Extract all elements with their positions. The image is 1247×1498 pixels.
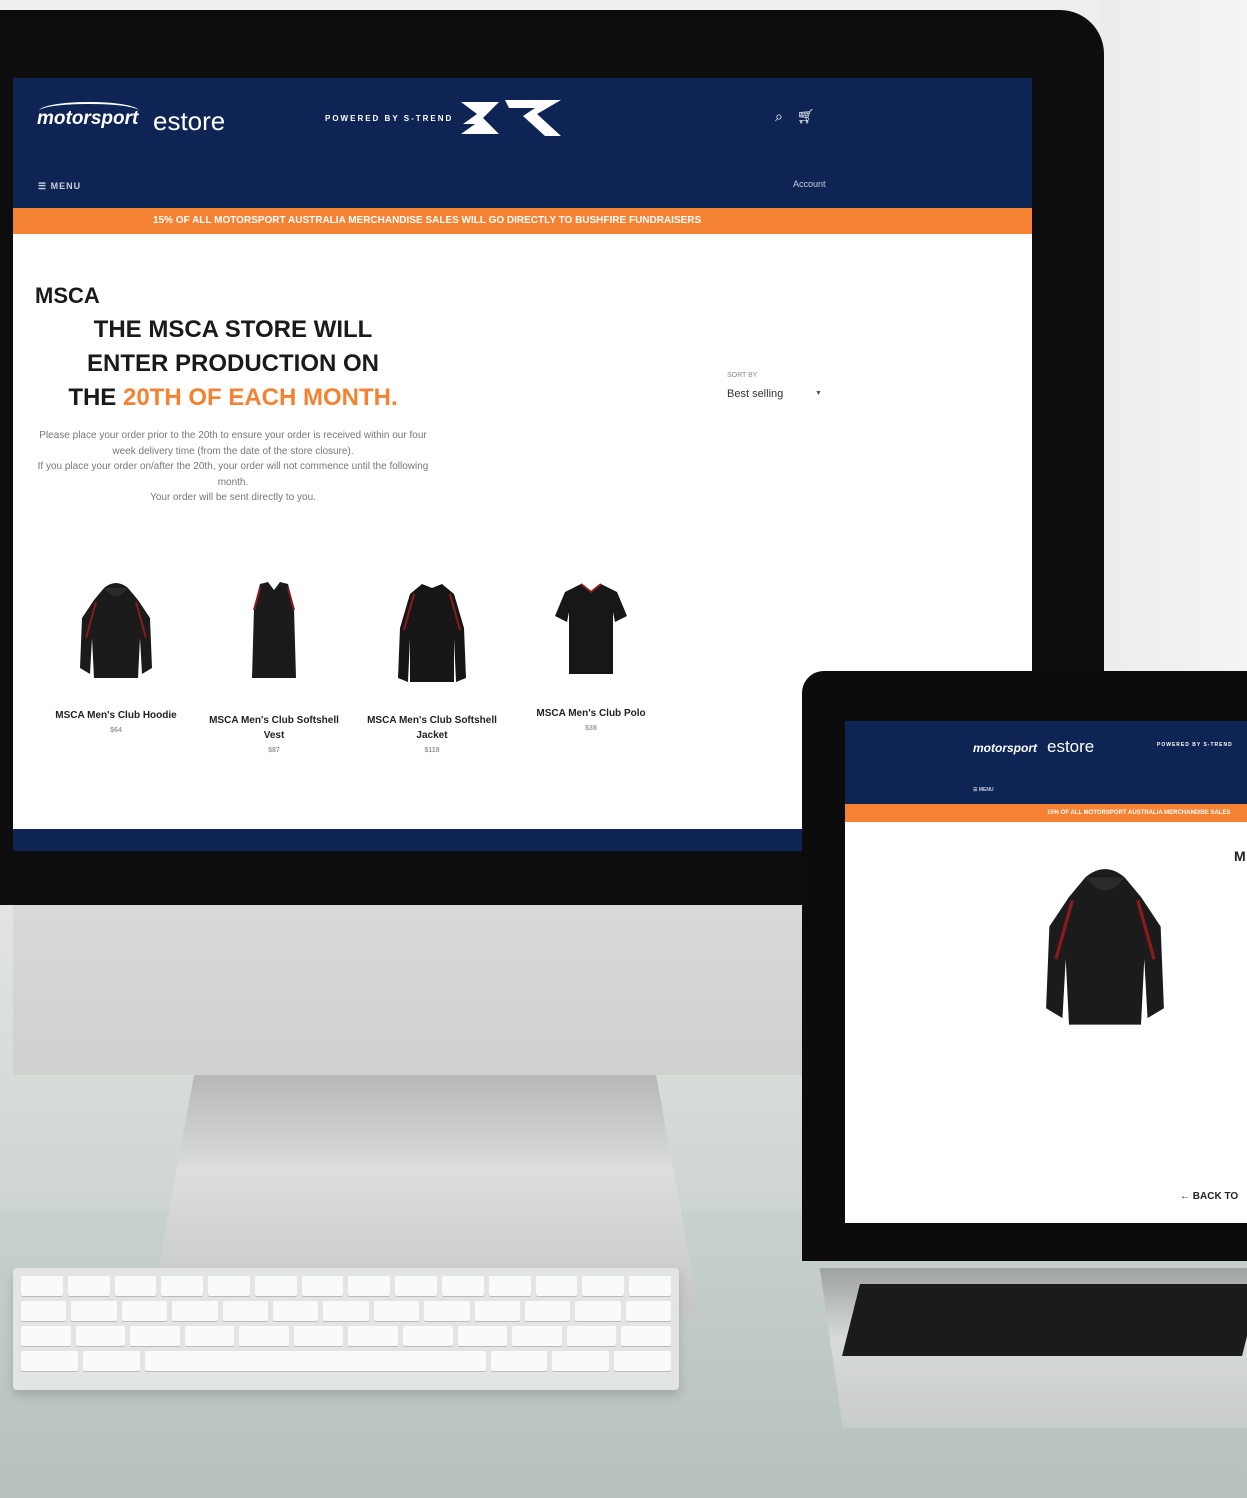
product-name[interactable]: MSCA Men's Club Softshell Vest <box>199 713 349 743</box>
laptop-product-title: M <box>1234 848 1246 864</box>
strend-logo-icon <box>461 100 561 136</box>
laptop-menu-button[interactable]: ☰ MENU <box>973 787 994 793</box>
product-card[interactable]: MSCA Men's Club Hoodie $64 <box>41 578 191 734</box>
notice-line-3: Your order will be sent directly to you. <box>150 492 316 504</box>
headline-prefix: THE <box>68 384 123 411</box>
menu-button[interactable]: ☰ MENU <box>38 181 81 192</box>
laptop-hoodie-image <box>1046 869 1164 1025</box>
laptop-powered-by: POWERED BY S-TREND <box>1157 742 1233 748</box>
powered-by: POWERED BY S-TREND <box>325 114 454 123</box>
product-price: $38 <box>585 725 597 732</box>
product-price: $118 <box>424 747 440 754</box>
laptop-site-header: motorsport estore POWERED BY S-TREND ☰ M… <box>845 721 1247 804</box>
headline-line-3: THE 20TH OF EACH MONTH. <box>33 381 433 415</box>
product-price: $64 <box>110 727 122 734</box>
laptop-promo-banner: 15% OF ALL MOTORSPORT AUSTRALIA MERCHAND… <box>845 804 1247 822</box>
product-price: $87 <box>268 747 280 754</box>
collection-title: MSCA <box>35 283 100 308</box>
collection-headline: THE MSCA STORE WILL ENTER PRODUCTION ON … <box>33 313 433 415</box>
laptop-screen: motorsport estore POWERED BY S-TREND ☰ M… <box>845 721 1247 1223</box>
cart-icon[interactable]: 🛒︎ <box>797 108 815 124</box>
laptop-brand-logo[interactable]: motorsport <box>973 741 1037 755</box>
sort-label: SORT BY <box>727 372 758 379</box>
laptop-brand-estore[interactable]: estore <box>1047 737 1094 757</box>
back-to-link[interactable]: ← BACK TO <box>1180 1191 1238 1202</box>
polo-image[interactable] <box>551 578 631 688</box>
promo-banner: 15% OF ALL MOTORSPORT AUSTRALIA MERCHAND… <box>13 208 1032 234</box>
notice-line-1: Please place your order prior to the 20t… <box>39 430 427 457</box>
headline-line-1: THE MSCA STORE WILL <box>93 316 373 343</box>
product-name[interactable]: MSCA Men's Club Softshell Jacket <box>357 713 507 743</box>
product-name[interactable]: MSCA Men's Club Polo <box>516 706 666 721</box>
keyboard <box>13 1268 679 1390</box>
brand-logo[interactable]: motorsport <box>37 108 138 130</box>
chevron-down-icon[interactable]: ▼ <box>815 390 822 397</box>
product-card[interactable]: MSCA Men's Club Softshell Jacket $118 <box>357 578 507 754</box>
headline-line-2: ENTER PRODUCTION ON <box>86 350 379 377</box>
brand-estore[interactable]: estore <box>153 106 225 137</box>
notice-line-2: If you place your order on/after the 20t… <box>37 461 429 488</box>
menu-label: MENU <box>50 181 82 191</box>
site-header: motorsport estore POWERED BY S-TREND ⌕ 🛒︎… <box>13 78 1032 208</box>
vest-image[interactable] <box>234 578 314 688</box>
jacket-image[interactable] <box>392 578 472 688</box>
laptop-keyboard <box>842 1284 1247 1356</box>
product-name[interactable]: MSCA Men's Club Hoodie <box>41 708 191 723</box>
laptop-menu-label: MENU <box>978 787 994 793</box>
menu-icon: ☰ <box>38 181 51 191</box>
sort-select[interactable]: Best selling <box>727 388 783 400</box>
search-icon[interactable]: ⌕ <box>775 108 783 124</box>
collection-notice: Please place your order prior to the 20t… <box>33 428 433 506</box>
product-card[interactable]: MSCA Men's Club Polo $38 <box>516 578 666 732</box>
account-link[interactable]: Account <box>793 179 826 189</box>
product-card[interactable]: MSCA Men's Club Softshell Vest $87 <box>199 578 349 754</box>
hoodie-image[interactable] <box>76 578 156 688</box>
headline-accent: 20TH OF EACH MONTH. <box>122 384 398 411</box>
